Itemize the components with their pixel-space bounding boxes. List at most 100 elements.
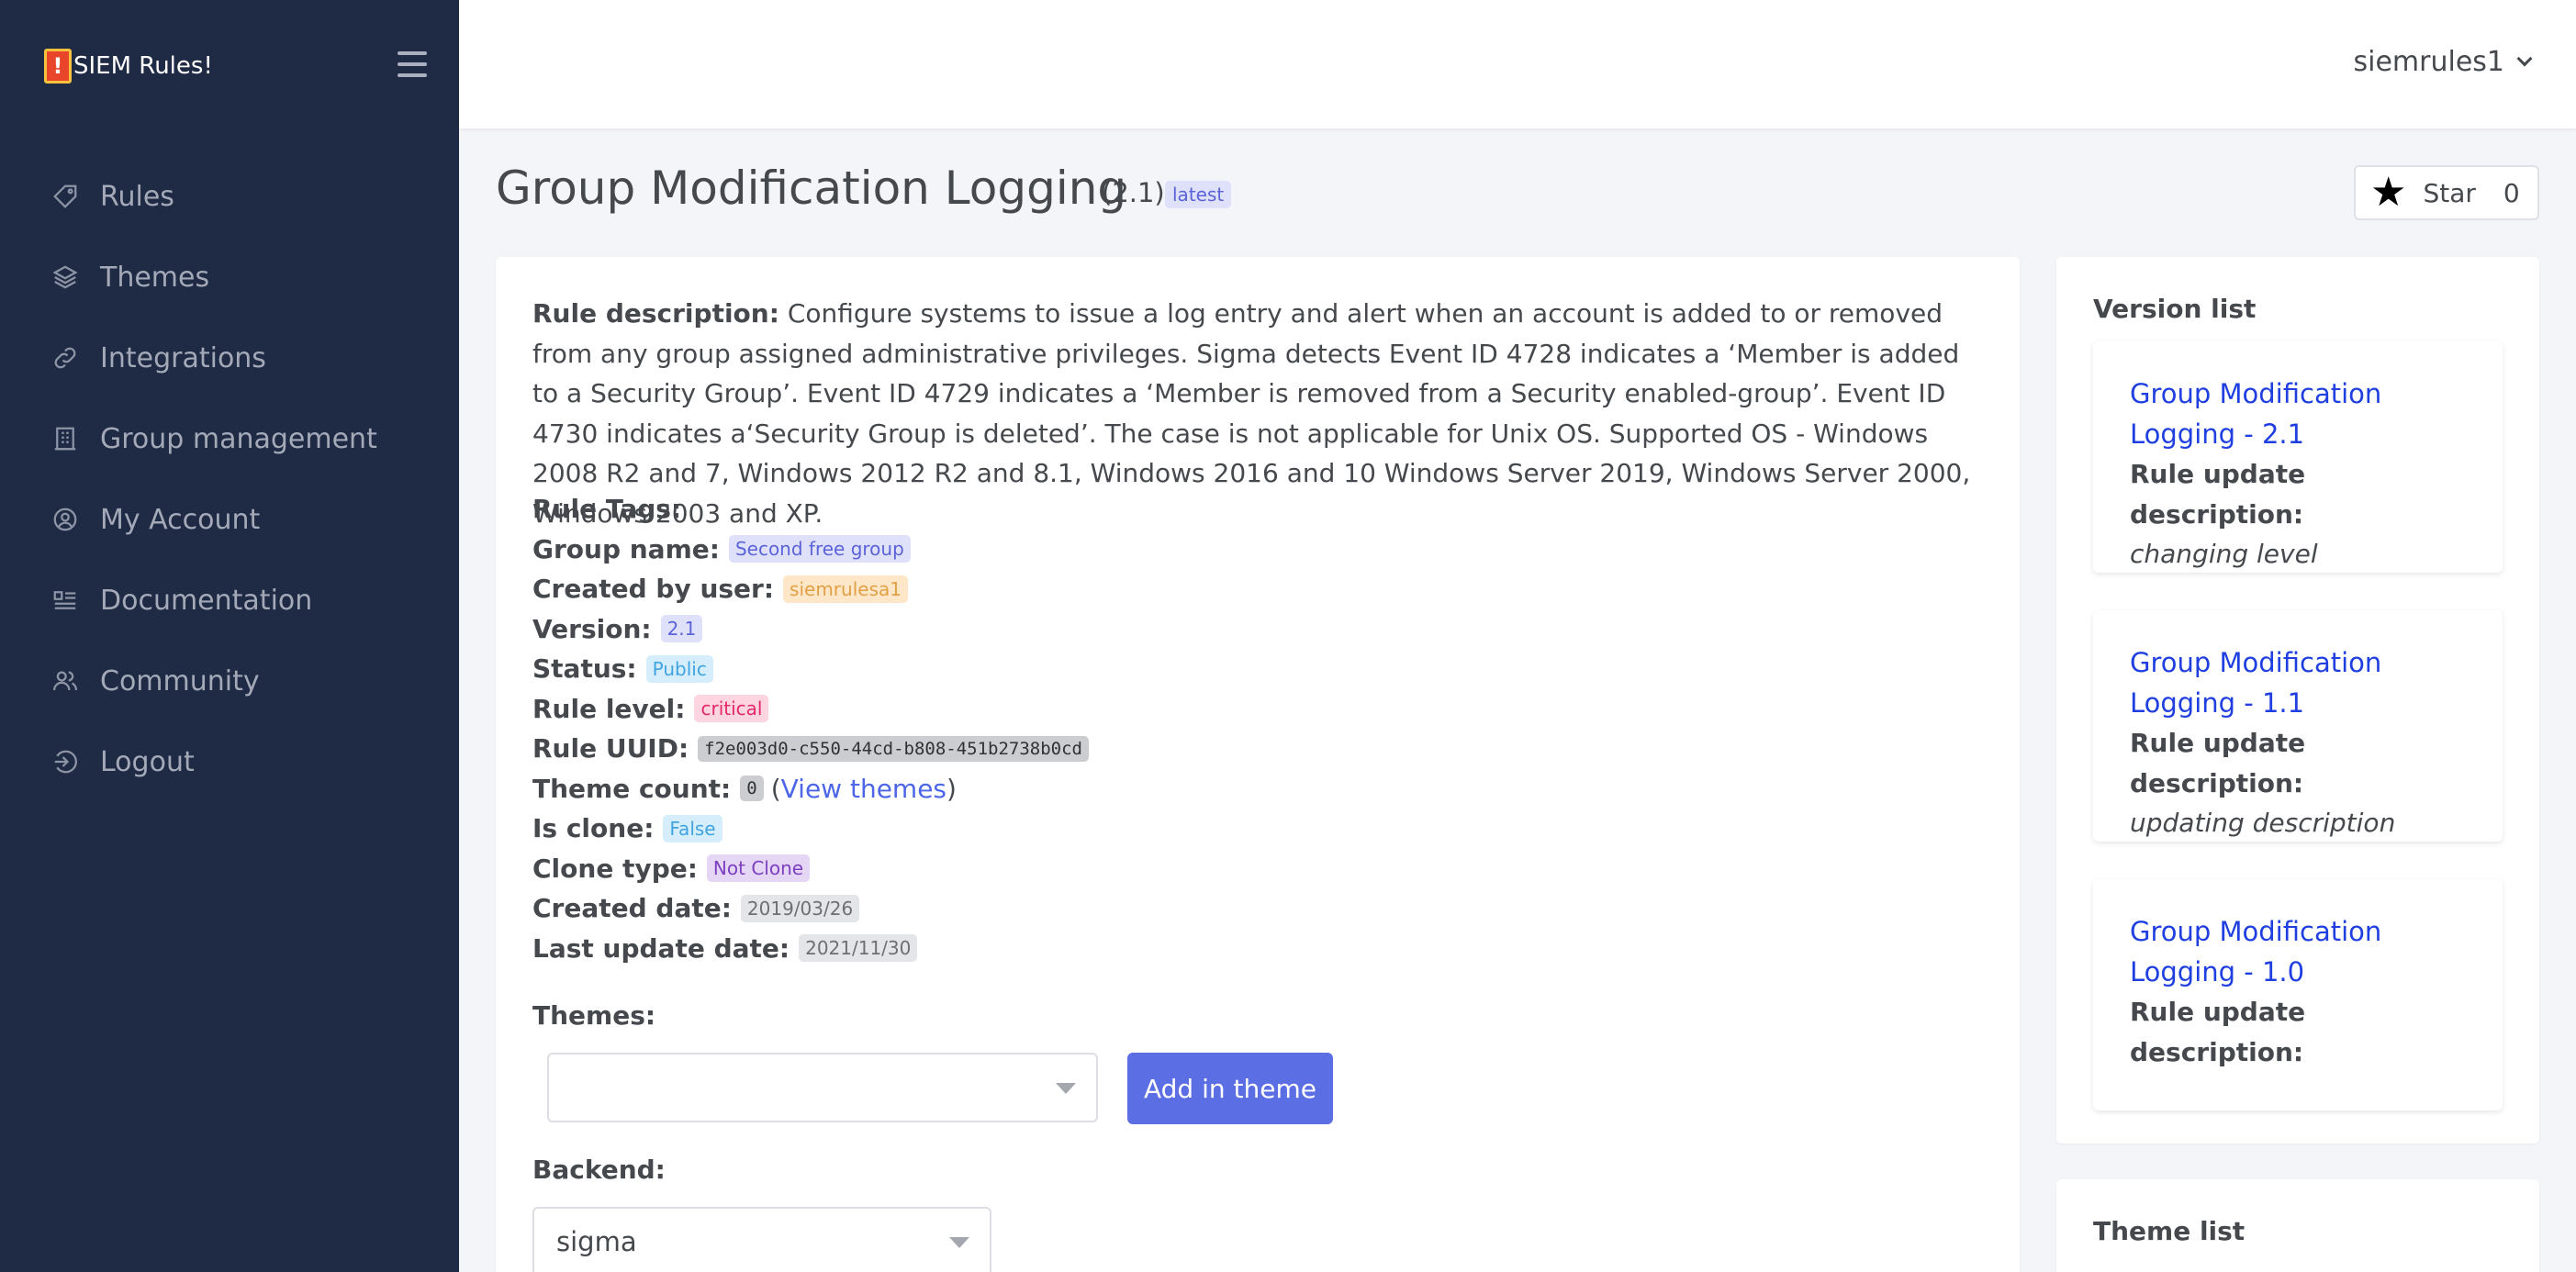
last-update-label: Last update date: — [532, 932, 790, 964]
brand[interactable]: SIEM Rules! — [44, 48, 213, 84]
sidebar-item-label: Integrations — [100, 341, 266, 374]
clone-type-label: Clone type: — [532, 853, 698, 884]
created-date-row: Created date: 2019/03/26 — [532, 888, 1089, 929]
page-title: Group Modification Logging — [496, 162, 1127, 215]
is-clone-badge: False — [663, 814, 722, 842]
version-badge: 2.1 — [660, 615, 703, 643]
version-link[interactable]: Group Modification Logging - 1.1 — [2130, 643, 2466, 723]
sidebar-nav: Rules Themes Integrations Group manageme… — [0, 156, 459, 802]
status-badge: Public — [645, 654, 713, 683]
group-name-badge[interactable]: Second free group — [728, 535, 911, 563]
rule-tags-row: Rule Tags: — [532, 489, 1089, 530]
title-version: (2.1) — [1102, 177, 1165, 208]
hamburger-menu-icon[interactable] — [398, 51, 427, 77]
sidebar: SIEM Rules! Rules Themes Integrations G — [0, 0, 459, 1272]
theme-count-row: Theme count: 0 (View themes) — [532, 769, 1089, 809]
theme-count-badge: 0 — [740, 775, 764, 802]
dropdown-arrow-icon — [949, 1237, 969, 1248]
view-themes-close-paren: ) — [946, 773, 957, 804]
group-name-label: Group name: — [532, 533, 720, 564]
theme-list-title: Theme list — [2093, 1216, 2246, 1246]
rule-uuid-label: Rule UUID: — [532, 733, 689, 764]
sidebar-item-label: My Account — [100, 503, 261, 536]
sidebar-item-label: Group management — [100, 422, 377, 455]
brand-logo-icon — [44, 49, 72, 84]
rule-update-description-label: Rule update description: — [2130, 997, 2306, 1067]
rule-update-description-text: updating description — [2130, 808, 2396, 838]
created-by-badge[interactable]: siemrulesa1 — [783, 575, 908, 603]
status-row: Status: Public — [532, 649, 1089, 689]
version-link[interactable]: Group Modification Logging - 1.0 — [2130, 912, 2466, 992]
dropdown-arrow-icon — [1056, 1083, 1076, 1094]
sidebar-item-my-account[interactable]: My Account — [0, 479, 459, 560]
rule-update-description-label: Rule update description: — [2130, 459, 2306, 530]
version-list-item: Group Modification Logging - 1.0 Rule up… — [2093, 879, 2503, 1110]
backend-label: Backend: — [532, 1155, 666, 1185]
is-clone-label: Is clone: — [532, 813, 655, 844]
sidebar-item-label: Logout — [100, 745, 195, 778]
users-icon — [50, 666, 80, 696]
theme-list-card: Theme list — [2056, 1179, 2539, 1272]
version-label: Version: — [532, 613, 652, 644]
user-name: siemrules1 — [2353, 46, 2504, 78]
link-icon — [50, 343, 80, 373]
sidebar-item-group-management[interactable]: Group management — [0, 398, 459, 479]
sidebar-item-integrations[interactable]: Integrations — [0, 318, 459, 398]
clone-type-row: Clone type: Not Clone — [532, 849, 1089, 889]
document-list-icon — [50, 586, 80, 615]
is-clone-row: Is clone: False — [532, 809, 1089, 849]
created-by-row: Created by user: siemrulesa1 — [532, 569, 1089, 609]
status-label: Status: — [532, 653, 637, 685]
rule-level-row: Rule level: critical — [532, 689, 1089, 730]
backend-select-value: sigma — [556, 1226, 637, 1257]
rule-tags-label: Rule Tags: — [532, 494, 682, 525]
themes-label: Themes: — [532, 1000, 656, 1031]
sidebar-item-themes[interactable]: Themes — [0, 237, 459, 318]
backend-select[interactable]: sigma — [532, 1207, 991, 1272]
rule-level-label: Rule level: — [532, 693, 686, 724]
rule-level-badge: critical — [694, 695, 769, 723]
group-name-row: Group name: Second free group — [532, 530, 1089, 570]
add-in-theme-button[interactable]: Add in theme — [1127, 1053, 1333, 1124]
view-themes-link[interactable]: View themes — [781, 774, 946, 804]
view-themes-open-paren: ( — [770, 773, 781, 804]
top-bar: siemrules1 — [459, 0, 2576, 128]
star-label: Star — [2423, 177, 2476, 208]
rule-description-label: Rule description: — [532, 298, 779, 329]
last-update-row: Last update date: 2021/11/30 — [532, 929, 1089, 969]
brand-name: SIEM Rules! — [73, 52, 213, 80]
sidebar-item-documentation[interactable]: Documentation — [0, 560, 459, 641]
logout-icon — [50, 747, 80, 776]
tag-icon — [50, 182, 80, 211]
rule-uuid-row: Rule UUID: f2e003d0-c550-44cd-b808-451b2… — [532, 729, 1089, 769]
layers-icon — [50, 262, 80, 292]
latest-badge: latest — [1165, 181, 1232, 208]
created-date-label: Created date: — [532, 893, 732, 924]
created-date-badge: 2019/03/26 — [740, 894, 860, 922]
created-by-label: Created by user: — [532, 574, 775, 605]
star-icon: ★ — [2370, 169, 2407, 216]
sidebar-item-community[interactable]: Community — [0, 641, 459, 721]
sidebar-item-logout[interactable]: Logout — [0, 721, 459, 802]
sidebar-item-rules[interactable]: Rules — [0, 156, 459, 237]
building-icon — [50, 424, 80, 453]
last-update-badge: 2021/11/30 — [799, 934, 918, 963]
chevron-down-icon — [2516, 50, 2533, 66]
star-button[interactable]: ★ Star 0 — [2354, 165, 2539, 220]
version-list-item: Group Modification Logging - 2.1 Rule up… — [2093, 341, 2503, 573]
version-list-title: Version list — [2093, 294, 2257, 324]
version-row: Version: 2.1 — [532, 609, 1089, 650]
sidebar-item-label: Documentation — [100, 584, 313, 617]
user-menu[interactable]: siemrules1 — [2353, 46, 2533, 78]
rule-update-description-label: Rule update description: — [2130, 728, 2306, 798]
themes-select[interactable] — [547, 1053, 1098, 1122]
star-count: 0 — [2503, 177, 2520, 208]
sidebar-item-label: Rules — [100, 180, 174, 213]
rule-update-description-text: changing level — [2130, 539, 2318, 569]
rule-fields: Rule Tags: Group name: Second free group… — [532, 489, 1089, 968]
rule-details-card: Rule description: Configure systems to i… — [496, 257, 2020, 1272]
version-link[interactable]: Group Modification Logging - 2.1 — [2130, 374, 2466, 454]
rule-uuid-badge: f2e003d0-c550-44cd-b808-451b2738b0cd — [698, 735, 1089, 762]
theme-count-label: Theme count: — [532, 773, 732, 804]
clone-type-badge: Not Clone — [706, 854, 811, 883]
